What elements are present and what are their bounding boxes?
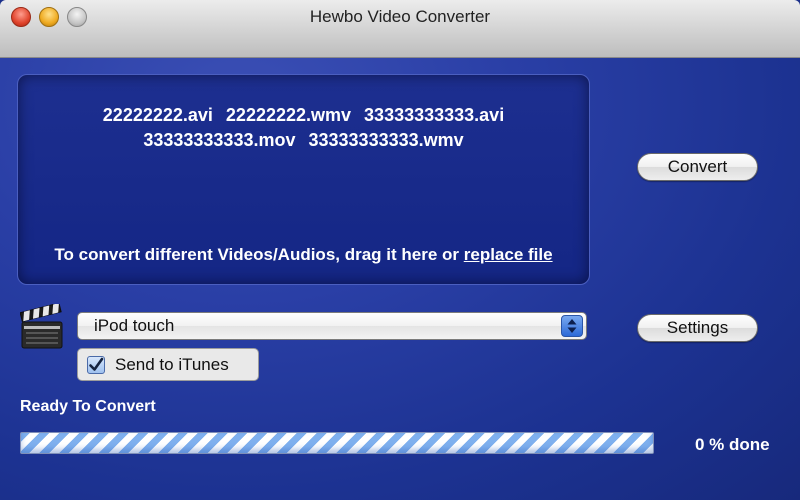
checkmark-icon	[89, 357, 104, 371]
send-to-itunes-option[interactable]: Send to iTunes	[77, 348, 259, 381]
title-bar[interactable]: Hewbo Video Converter	[0, 0, 800, 58]
status-text: Ready To Convert	[20, 398, 156, 415]
progress-bar	[20, 432, 654, 454]
format-select[interactable]: iPod touch	[77, 312, 587, 340]
app-window: Hewbo Video Converter 22222222.avi 22222…	[0, 0, 800, 500]
main-panel: 22222222.avi 22222222.wmv 33333333333.av…	[0, 58, 800, 500]
file-item: 22222222.avi	[102, 105, 213, 125]
file-drop-zone[interactable]: 22222222.avi 22222222.wmv 33333333333.av…	[17, 74, 590, 285]
replace-file-link[interactable]: replace file	[464, 245, 553, 264]
updown-arrows-icon[interactable]	[561, 315, 583, 337]
file-item: 33333333333.mov	[143, 130, 296, 150]
window-title: Hewbo Video Converter	[309, 7, 491, 26]
progress-percent: 0 % done	[695, 435, 770, 454]
drop-hint: To convert different Videos/Audios, drag…	[22, 245, 585, 265]
clapperboard-icon	[20, 304, 63, 349]
send-to-itunes-checkbox[interactable]	[87, 356, 105, 374]
format-select-value: iPod touch	[94, 316, 175, 335]
file-item: 22222222.wmv	[225, 105, 352, 125]
convert-button[interactable]: Convert	[637, 153, 758, 181]
send-to-itunes-label: Send to iTunes	[115, 355, 229, 374]
file-item: 33333333333.avi	[364, 105, 505, 125]
drop-hint-text: To convert different Videos/Audios, drag…	[54, 245, 464, 264]
file-item: 33333333333.wmv	[308, 130, 464, 150]
file-list: 22222222.avi 22222222.wmv 33333333333.av…	[18, 103, 589, 153]
settings-button[interactable]: Settings	[637, 314, 758, 342]
